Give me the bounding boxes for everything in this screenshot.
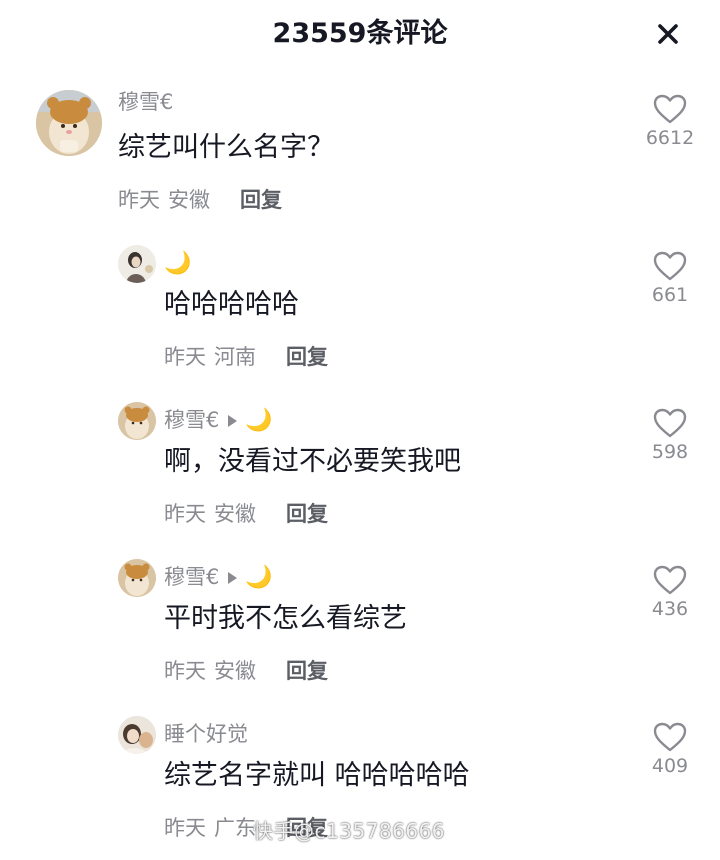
avatar[interactable]: [36, 90, 102, 156]
reply-item: 穆雪€ 🌙 啊，没看过不必要笑我吧 昨天 安徽 回复 598: [0, 402, 720, 542]
reply-username[interactable]: 穆雪€ 🌙: [164, 406, 273, 434]
heart-icon: [653, 94, 687, 124]
reply-time: 昨天: [164, 659, 206, 683]
reply-location: 河南: [214, 345, 256, 369]
like-button[interactable]: 409: [640, 722, 700, 778]
reply-text: 啊，没看过不必要笑我吧: [164, 446, 461, 477]
close-icon: [658, 24, 678, 44]
comments-header: 23559条评论: [0, 0, 720, 70]
like-button[interactable]: 598: [640, 408, 700, 464]
comment-username[interactable]: 穆雪€: [118, 88, 173, 116]
reply-time: 昨天: [164, 816, 206, 840]
comment-meta: 昨天 安徽 回复: [118, 186, 282, 214]
like-count: 6612: [645, 127, 695, 149]
reply-button[interactable]: 回复: [286, 659, 328, 683]
reply-meta: 昨天 安徽 回复: [164, 657, 328, 685]
reply-button[interactable]: 回复: [240, 188, 282, 212]
comment-count-title: 23559条评论: [272, 18, 448, 49]
reply-username[interactable]: 睡个好觉: [164, 720, 248, 748]
reply-button[interactable]: 回复: [286, 345, 328, 369]
reply-location: 安徽: [214, 502, 256, 526]
reply-item: 🌙 哈哈哈哈哈 昨天 河南 回复 661: [0, 245, 720, 385]
heart-icon: [653, 722, 687, 752]
reply-username-text[interactable]: 穆雪€: [164, 408, 219, 432]
reply-text: 平时我不怎么看综艺: [164, 603, 407, 634]
moon-badge: 🌙: [245, 565, 273, 590]
reply-text: 哈哈哈哈哈: [164, 289, 299, 320]
close-button[interactable]: [651, 17, 685, 51]
heart-icon: [653, 251, 687, 281]
reply-location: 安徽: [214, 659, 256, 683]
avatar[interactable]: [118, 716, 156, 754]
reply-to-arrow-icon: [228, 415, 238, 427]
reply-to-arrow-icon: [228, 572, 238, 584]
reply-location: 广东: [214, 816, 256, 840]
reply-username: 🌙: [164, 249, 191, 277]
like-count: 661: [651, 284, 689, 306]
watermark: 快手@c135786666: [253, 819, 446, 843]
like-button[interactable]: 436: [640, 565, 700, 621]
like-button[interactable]: 661: [640, 251, 700, 307]
reply-item: 穆雪€ 🌙 平时我不怎么看综艺 昨天 安徽 回复 436: [0, 559, 720, 699]
heart-icon: [653, 565, 687, 595]
comment-text: 综艺叫什么名字？: [118, 132, 334, 163]
reply-text: 综艺名字就叫 哈哈哈哈哈: [164, 760, 470, 791]
avatar[interactable]: [118, 245, 156, 283]
comment-time: 昨天: [118, 188, 160, 212]
moon-badge: 🌙: [164, 251, 192, 276]
avatar[interactable]: [118, 402, 156, 440]
reply-meta: 昨天 河南 回复: [164, 343, 328, 371]
like-button[interactable]: 6612: [640, 94, 700, 150]
heart-icon: [653, 408, 687, 438]
comment-location: 安徽: [168, 188, 210, 212]
comment-item: 穆雪€ 综艺叫什么名字？ 昨天 安徽 回复 6612: [0, 88, 720, 228]
like-count: 436: [651, 598, 689, 620]
reply-username-text[interactable]: 穆雪€: [164, 565, 219, 589]
moon-badge: 🌙: [245, 408, 273, 433]
like-count: 598: [651, 441, 689, 463]
reply-meta: 昨天 安徽 回复: [164, 500, 328, 528]
reply-time: 昨天: [164, 345, 206, 369]
comments-panel: 23559条评论 穆雪€ 综艺叫什么名字？ 昨天 安徽 回复 6612 🌙 哈哈…: [0, 0, 720, 860]
reply-button[interactable]: 回复: [286, 502, 328, 526]
avatar[interactable]: [118, 559, 156, 597]
reply-username[interactable]: 穆雪€ 🌙: [164, 563, 273, 591]
reply-time: 昨天: [164, 502, 206, 526]
like-count: 409: [651, 755, 689, 777]
